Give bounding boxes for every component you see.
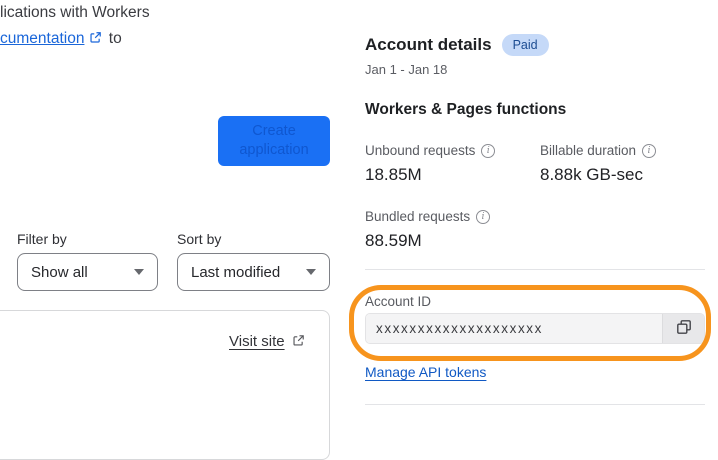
stat-billable-duration: Billable duration i 8.88k GB-sec (540, 143, 657, 185)
stat-unbound-requests: Unbound requests i 18.85M (365, 143, 496, 185)
stat-value: 88.59M (365, 231, 422, 250)
intro-line2: cumentation to (0, 26, 150, 53)
account-details-panel: Account details Paid Jan 1 - Jan 18 Work… (365, 0, 705, 419)
documentation-link[interactable]: cumentation (0, 30, 84, 47)
stat-label: Billable duration (540, 143, 637, 158)
stat-value: 8.88k GB-sec (540, 165, 643, 184)
sort-dropdown-value: Last modified (191, 263, 281, 281)
chevron-down-icon (134, 269, 144, 275)
manage-api-tokens-link[interactable]: Manage API tokens (365, 364, 486, 380)
account-id-label: Account ID (365, 294, 432, 309)
divider (365, 404, 705, 405)
stat-bundled-requests: Bundled requests i 88.59M (365, 209, 491, 251)
visit-site-link[interactable]: Visit site (229, 333, 307, 351)
info-icon[interactable]: i (476, 209, 491, 224)
external-link-icon (292, 334, 305, 351)
account-id-field (365, 313, 705, 344)
info-icon[interactable]: i (481, 143, 496, 158)
filter-by-label: Filter by (17, 231, 67, 247)
filter-dropdown-value: Show all (31, 263, 88, 281)
stat-label: Bundled requests (365, 209, 471, 224)
chevron-down-icon (306, 269, 316, 275)
info-icon[interactable]: i (642, 143, 657, 158)
external-link-icon (89, 27, 102, 53)
stat-label-row: Unbound requests i (365, 143, 496, 158)
intro-line1: lications with Workers (0, 4, 150, 21)
intro-text: lications with Workers cumentation to (0, 0, 150, 53)
account-id-input[interactable] (366, 314, 662, 343)
create-application-button[interactable]: Create application (218, 116, 330, 166)
copy-button[interactable] (662, 314, 704, 343)
account-details-header: Account details Paid (365, 34, 549, 56)
panel-title: Account details (365, 35, 492, 54)
sort-by-label: Sort by (177, 231, 222, 247)
stat-label-row: Billable duration i (540, 143, 657, 158)
stat-value: 18.85M (365, 165, 422, 184)
filter-dropdown[interactable]: Show all (17, 253, 158, 291)
section-title: Workers & Pages functions (365, 101, 567, 118)
stat-label: Unbound requests (365, 143, 476, 158)
sort-dropdown[interactable]: Last modified (177, 253, 330, 291)
visit-site-label: Visit site (229, 333, 285, 350)
plan-badge: Paid (501, 34, 549, 56)
date-range: Jan 1 - Jan 18 (365, 62, 448, 77)
divider (365, 269, 705, 270)
stat-label-row: Bundled requests i (365, 209, 491, 224)
copy-icon (676, 319, 692, 338)
intro-line2-suffix: to (108, 30, 122, 47)
